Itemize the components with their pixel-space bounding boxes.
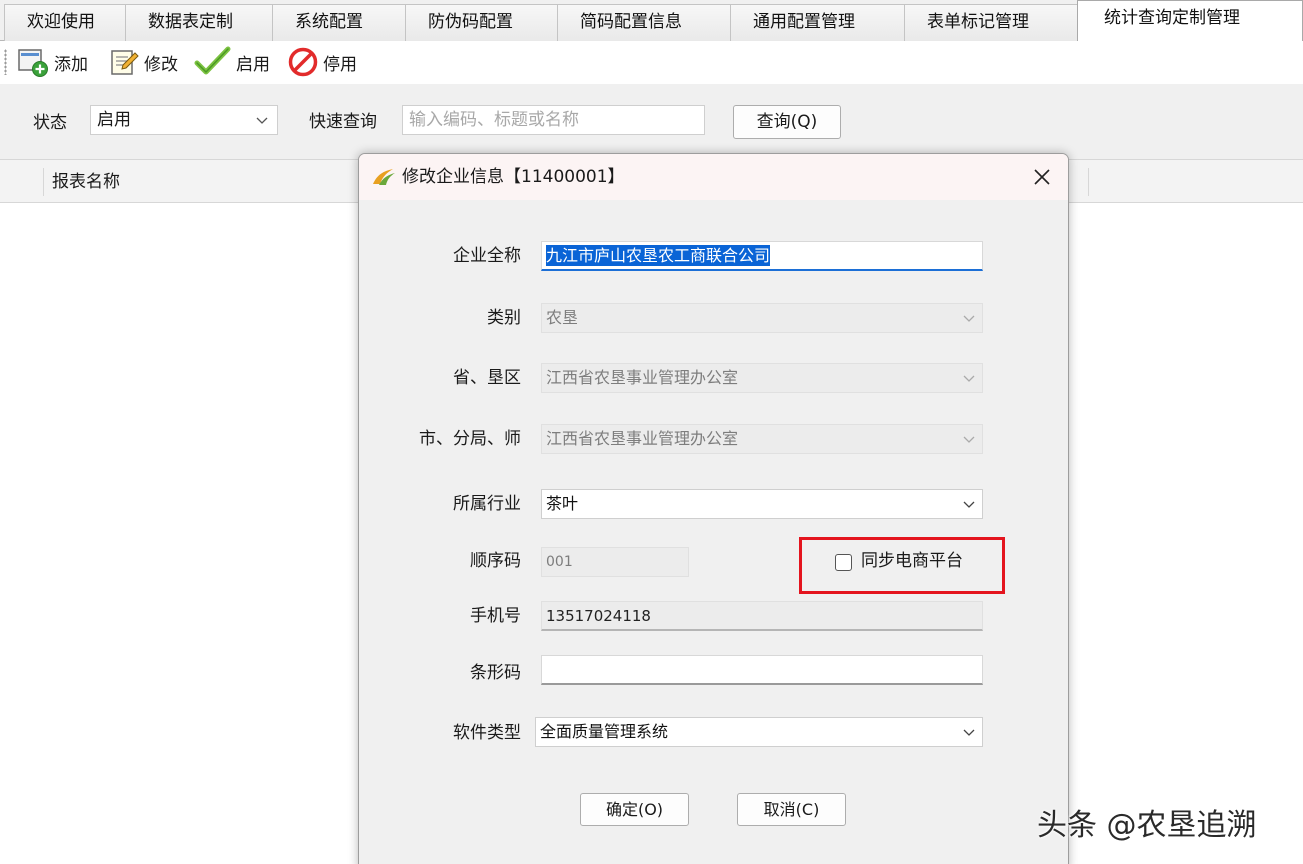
chevron-down-icon	[963, 315, 975, 322]
chevron-down-icon	[256, 117, 268, 124]
disable-label: 停用	[323, 54, 357, 75]
filter-bar: 状态 启用 快速查询 输入编码、标题或名称 查询(Q)	[0, 84, 1303, 159]
edit-enterprise-dialog: 修改企业信息【11400001】 企业全称 九江市庐山农垦农工商联合公司 类别 …	[358, 153, 1069, 864]
edit-icon	[111, 50, 139, 75]
tab-stat-query[interactable]: 统计查询定制管理	[1077, 0, 1303, 42]
toolbar-grip[interactable]	[4, 49, 7, 75]
edit-button[interactable]: 修改	[108, 46, 178, 78]
enable-button[interactable]: 启用	[194, 46, 270, 78]
status-select-value: 启用	[97, 110, 131, 130]
edit-label: 修改	[144, 54, 178, 75]
full-name-value: 九江市庐山农垦农工商联合公司	[546, 245, 771, 266]
province-label: 省、垦区	[453, 368, 521, 388]
tab-bar: 欢迎使用 数据表定制 系统配置 防伪码配置 简码配置信息 通用配置管理 表单标记…	[0, 0, 1303, 42]
software-type-value: 全面质量管理系统	[540, 722, 669, 741]
software-type-label: 软件类型	[453, 723, 521, 743]
prohibited-icon	[288, 47, 318, 77]
city-select[interactable]: 江西省农垦事业管理办公室	[541, 424, 983, 454]
add-button[interactable]: 添加	[16, 46, 88, 78]
sync-checkbox-label[interactable]: 同步电商平台	[861, 549, 963, 573]
quick-query-label: 快速查询	[309, 112, 377, 132]
disable-button[interactable]: 停用	[287, 46, 357, 78]
category-value: 农垦	[546, 308, 579, 327]
chevron-down-icon	[963, 436, 975, 443]
tab-anticounterfeit[interactable]: 防伪码配置	[405, 4, 558, 41]
city-label: 市、分局、师	[419, 429, 521, 449]
chevron-down-icon	[963, 501, 975, 508]
tab-shortcode[interactable]: 简码配置信息	[557, 4, 731, 41]
status-select[interactable]: 启用	[90, 105, 278, 135]
barcode-input[interactable]	[541, 655, 983, 685]
phone-value: 13517024118	[546, 607, 651, 625]
category-select[interactable]: 农垦	[541, 303, 983, 333]
full-name-input[interactable]: 九江市庐山农垦农工商联合公司	[541, 241, 983, 271]
category-label: 类别	[487, 308, 521, 328]
ok-button[interactable]: 确定(O)	[580, 793, 689, 826]
toolbar: 添加 修改 启用 停用	[0, 41, 1303, 84]
column-header-report-name[interactable]: 报表名称	[43, 168, 120, 196]
tab-system-config[interactable]: 系统配置	[272, 4, 406, 41]
industry-select[interactable]: 茶叶	[541, 489, 983, 519]
enable-label: 启用	[236, 54, 270, 75]
software-type-select[interactable]: 全面质量管理系统	[535, 717, 983, 747]
quick-query-input[interactable]: 输入编码、标题或名称	[402, 105, 705, 135]
sync-highlight-box: 同步电商平台	[799, 537, 1005, 594]
industry-label: 所属行业	[453, 494, 521, 514]
chevron-down-icon	[963, 375, 975, 382]
dialog-title-bar[interactable]: 修改企业信息【11400001】	[359, 154, 1068, 200]
chevron-down-icon	[963, 729, 975, 736]
barcode-label: 条形码	[470, 663, 521, 683]
sequence-label: 顺序码	[470, 551, 521, 571]
sequence-input: 001	[541, 547, 689, 577]
tab-welcome[interactable]: 欢迎使用	[4, 4, 126, 41]
column-divider	[1088, 168, 1089, 196]
city-value: 江西省农垦事业管理办公室	[546, 429, 739, 448]
tab-general-config[interactable]: 通用配置管理	[730, 4, 905, 41]
sync-checkbox[interactable]	[835, 554, 852, 571]
phone-input[interactable]: 13517024118	[541, 601, 983, 631]
watermark: 头条 @农垦追溯	[1037, 808, 1257, 843]
add-icon	[18, 49, 48, 77]
industry-value: 茶叶	[546, 494, 579, 513]
query-button[interactable]: 查询(Q)	[733, 105, 841, 139]
tab-form-mark[interactable]: 表单标记管理	[904, 4, 1078, 41]
app-logo-icon	[373, 169, 395, 185]
add-label: 添加	[54, 54, 88, 75]
full-name-label: 企业全称	[453, 246, 521, 266]
dialog-title: 修改企业信息【11400001】	[402, 167, 625, 187]
province-select[interactable]: 江西省农垦事业管理办公室	[541, 363, 983, 393]
sequence-value: 001	[546, 554, 573, 570]
phone-label: 手机号	[470, 606, 521, 626]
tab-data-table[interactable]: 数据表定制	[125, 4, 273, 41]
cancel-button[interactable]: 取消(C)	[737, 793, 846, 826]
province-value: 江西省农垦事业管理办公室	[546, 368, 739, 387]
status-label: 状态	[33, 113, 67, 133]
close-icon[interactable]	[1032, 167, 1052, 187]
checkmark-icon	[194, 46, 231, 75]
